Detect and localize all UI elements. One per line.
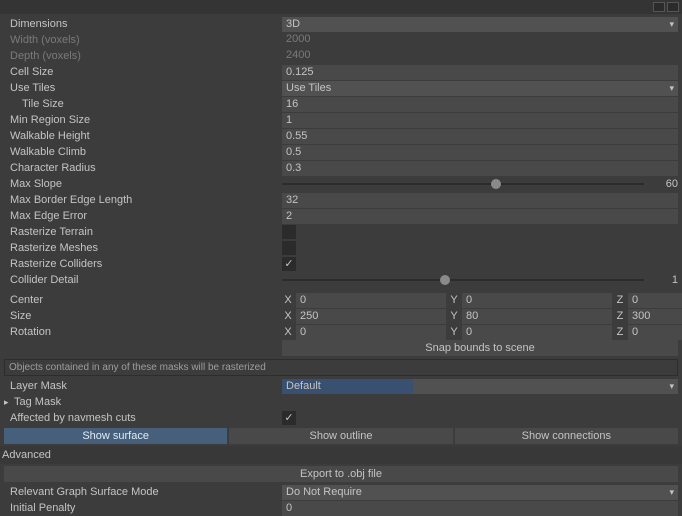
center-y-input[interactable] [462, 293, 612, 308]
show-outline-button[interactable]: Show outline [229, 428, 452, 444]
walkableclimb-label: Walkable Climb [4, 146, 282, 158]
depth-label: Depth (voxels) [4, 50, 282, 62]
axis-y-label: Y [448, 310, 460, 322]
maxborderedge-label: Max Border Edge Length [4, 194, 282, 206]
center-label: Center [4, 294, 282, 306]
tagmask-foldout[interactable]: ▸ Tag Mask [4, 394, 678, 410]
characterradius-label: Character Radius [4, 162, 282, 174]
cellsize-label: Cell Size [4, 66, 282, 78]
window-icon[interactable] [653, 2, 665, 12]
initialpenalty-input[interactable] [282, 501, 678, 516]
initialpenalty-label: Initial Penalty [4, 502, 282, 514]
rotation-label: Rotation [4, 326, 282, 338]
rasterizemeshes-label: Rasterize Meshes [4, 242, 282, 254]
width-value: 2000 [282, 33, 678, 48]
rasterizeterrain-label: Rasterize Terrain [4, 226, 282, 238]
chevron-right-icon: ▸ [4, 397, 14, 408]
minregionsize-label: Min Region Size [4, 114, 282, 126]
walkableheight-label: Walkable Height [4, 130, 282, 142]
colliderdetail-value: 1 [650, 274, 678, 286]
axis-z-label: Z [614, 310, 626, 322]
size-y-input[interactable] [462, 309, 612, 324]
layermask-label: Layer Mask [4, 380, 282, 392]
size-x-input[interactable] [296, 309, 446, 324]
center-z-input[interactable] [628, 293, 682, 308]
usetiles-dropdown[interactable]: Use Tiles [282, 81, 678, 96]
maxslope-label: Max Slope [4, 178, 282, 190]
axis-x-label: X [282, 310, 294, 322]
maxslope-slider[interactable] [282, 177, 644, 191]
axis-z-label: Z [614, 326, 626, 338]
rasterizecolliders-checkbox[interactable] [282, 257, 296, 271]
axis-y-label: Y [448, 326, 460, 338]
walkableheight-input[interactable] [282, 129, 678, 144]
show-surface-button[interactable]: Show surface [4, 428, 227, 444]
depth-value: 2400 [282, 49, 678, 64]
window-icon[interactable] [667, 2, 679, 12]
mask-note: Objects contained in any of these masks … [4, 359, 678, 376]
usetiles-label: Use Tiles [4, 82, 282, 94]
axis-y-label: Y [448, 294, 460, 306]
cellsize-input[interactable] [282, 65, 678, 80]
graphsurfacemode-dropdown[interactable]: Do Not Require [282, 485, 678, 500]
size-z-input[interactable] [628, 309, 682, 324]
tagmask-label: Tag Mask [14, 396, 61, 408]
walkableclimb-input[interactable] [282, 145, 678, 160]
colliderdetail-slider[interactable] [282, 273, 644, 287]
rotation-x-input[interactable] [296, 325, 446, 340]
panel-title-bar [0, 0, 682, 14]
rotation-z-input[interactable] [628, 325, 682, 340]
tilesize-input[interactable] [282, 97, 678, 112]
rasterizeterrain-checkbox[interactable] [282, 225, 296, 239]
export-obj-button[interactable]: Export to .obj file [4, 466, 678, 482]
rasterizemeshes-checkbox[interactable] [282, 241, 296, 255]
show-connections-button[interactable]: Show connections [455, 428, 678, 444]
maxslope-value: 60 [650, 178, 678, 190]
minregionsize-input[interactable] [282, 113, 678, 128]
layermask-dropdown[interactable]: Default [282, 379, 678, 394]
axis-z-label: Z [614, 294, 626, 306]
rotation-y-input[interactable] [462, 325, 612, 340]
graphsurfacemode-label: Relevant Graph Surface Mode [4, 486, 282, 498]
affectednavmesh-label: Affected by navmesh cuts [4, 412, 282, 424]
rasterizecolliders-label: Rasterize Colliders [4, 258, 282, 270]
width-label: Width (voxels) [4, 34, 282, 46]
advanced-header[interactable]: Advanced [0, 446, 682, 464]
dimensions-label: Dimensions [4, 18, 282, 30]
tilesize-label: Tile Size [4, 98, 282, 110]
maxborderedge-input[interactable] [282, 193, 678, 208]
size-label: Size [4, 310, 282, 322]
snap-bounds-button[interactable]: Snap bounds to scene [282, 340, 678, 356]
axis-x-label: X [282, 326, 294, 338]
dimensions-dropdown[interactable]: 3D [282, 17, 678, 32]
maxedgeerror-label: Max Edge Error [4, 210, 282, 222]
affectednavmesh-checkbox[interactable] [282, 411, 296, 425]
colliderdetail-label: Collider Detail [4, 274, 282, 286]
axis-x-label: X [282, 294, 294, 306]
characterradius-input[interactable] [282, 161, 678, 176]
maxedgeerror-input[interactable] [282, 209, 678, 224]
center-x-input[interactable] [296, 293, 446, 308]
